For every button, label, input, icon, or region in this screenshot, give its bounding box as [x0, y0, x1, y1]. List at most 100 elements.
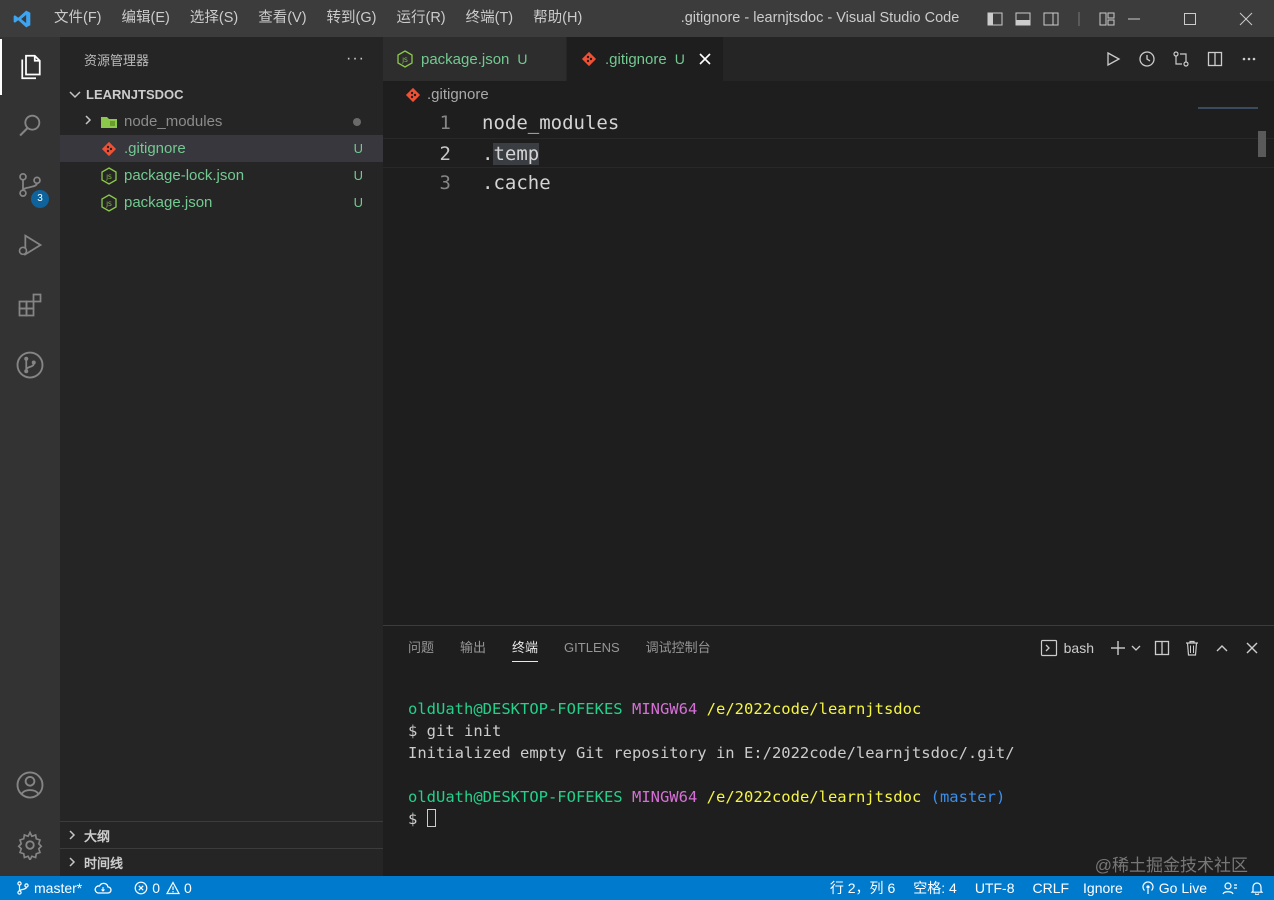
- menu-selection[interactable]: 选择(S): [180, 0, 248, 37]
- timeline-section[interactable]: 时间线: [60, 848, 383, 875]
- chevron-right-icon: [78, 113, 98, 131]
- chevron-down-icon[interactable]: [1130, 638, 1142, 658]
- git-file-icon: [405, 87, 421, 103]
- search-icon[interactable]: [0, 97, 60, 153]
- nodejs-file-icon: JS: [98, 166, 120, 186]
- node-folder-icon: [98, 112, 120, 132]
- minimap[interactable]: [1198, 107, 1258, 109]
- close-panel-icon[interactable]: [1242, 638, 1262, 658]
- close-tab-icon[interactable]: [699, 49, 711, 70]
- sync-status[interactable]: [88, 876, 118, 900]
- split-editor-icon[interactable]: [1204, 48, 1226, 70]
- indentation[interactable]: 空格: 4: [904, 876, 966, 900]
- more-actions-icon[interactable]: [1238, 48, 1260, 70]
- problems-status[interactable]: 0 0: [128, 876, 198, 900]
- language-mode[interactable]: Ignore: [1074, 876, 1132, 900]
- maximize-icon[interactable]: [1162, 0, 1218, 37]
- menu-edit[interactable]: 编辑(E): [112, 0, 180, 37]
- tree-item-package-lock[interactable]: JS package-lock.json U: [60, 162, 383, 189]
- ignored-dot: [353, 117, 361, 126]
- warning-count: 0: [184, 880, 192, 896]
- chevron-right-icon: [69, 857, 76, 867]
- breadcrumb-file[interactable]: .gitignore: [427, 86, 489, 103]
- go-live-button[interactable]: Go Live: [1132, 876, 1216, 900]
- tree-item-label: node_modules: [124, 113, 223, 130]
- terminal-output[interactable]: oldUath@DESKTOP-FOFEKES MINGW64 /e/2022c…: [408, 698, 1015, 830]
- tree-item-gitignore[interactable]: .gitignore U: [60, 135, 383, 162]
- code-editor[interactable]: 1 node_modules 2 .temp 3 .cache: [383, 108, 1274, 198]
- toggle-secondary-sidebar-icon[interactable]: [1040, 8, 1062, 30]
- tree-item-label: .gitignore: [124, 140, 186, 157]
- breadcrumb[interactable]: .gitignore: [383, 81, 1274, 108]
- folder-header[interactable]: LEARNJTSDOC: [60, 81, 383, 108]
- git-file-icon: [98, 139, 120, 159]
- sidebar-title: 资源管理器: [84, 52, 150, 68]
- compare-changes-icon[interactable]: [1170, 48, 1192, 70]
- untracked-badge: U: [353, 141, 363, 156]
- trash-icon[interactable]: [1182, 638, 1202, 658]
- branch-name: master*: [34, 880, 83, 896]
- tab-output[interactable]: 输出: [447, 626, 499, 670]
- scrollbar-thumb[interactable]: [1258, 131, 1266, 157]
- cloud-sync-icon: [94, 882, 112, 894]
- menu-file[interactable]: 文件(F): [44, 0, 112, 37]
- menu-view[interactable]: 查看(V): [248, 0, 316, 37]
- outline-label: 大纲: [84, 828, 111, 844]
- line-number: 2: [439, 143, 451, 165]
- status-bar: master* 0 0 行 2，列 6 空格: 4 UTF-8 CRLF Ign…: [0, 876, 1274, 900]
- settings-gear-icon[interactable]: [0, 817, 60, 873]
- tab-terminal[interactable]: 终端: [499, 626, 551, 670]
- split-terminal-icon[interactable]: [1152, 638, 1172, 658]
- tree-item-node-modules[interactable]: node_modules: [60, 108, 383, 135]
- terminal-path: /e/2022code/learnjtsdoc: [706, 788, 922, 806]
- toggle-primary-sidebar-icon[interactable]: [984, 8, 1006, 30]
- untracked-badge: U: [353, 168, 363, 183]
- source-control-icon[interactable]: 3: [0, 157, 60, 213]
- nodejs-file-icon: JS: [98, 193, 120, 213]
- encoding[interactable]: UTF-8: [966, 876, 1024, 900]
- end-of-line[interactable]: CRLF: [1023, 876, 1074, 900]
- line-number: 1: [439, 112, 451, 134]
- more-actions-icon[interactable]: ···: [346, 50, 365, 68]
- cursor-position[interactable]: 行 2，列 6: [821, 876, 904, 900]
- feedback-status[interactable]: [1216, 876, 1244, 900]
- editor-scrollbar[interactable]: [1256, 125, 1268, 575]
- text-prefix: .: [482, 143, 494, 165]
- tab-gitlens[interactable]: GITLENS: [551, 626, 633, 670]
- feedback-icon: [1222, 882, 1237, 895]
- tab-debug-console[interactable]: 调试控制台: [633, 626, 724, 670]
- toggle-panel-icon[interactable]: [1012, 8, 1034, 30]
- git-file-icon: [579, 51, 599, 67]
- svg-text:JS: JS: [105, 201, 112, 208]
- tab-package-json[interactable]: JS package.json U: [383, 37, 567, 81]
- close-window-icon[interactable]: [1218, 0, 1274, 37]
- terminal-env: MINGW64: [631, 700, 698, 718]
- menu-go[interactable]: 转到(G): [317, 0, 387, 37]
- chevron-down-icon: [69, 90, 81, 98]
- run-debug-icon[interactable]: [0, 217, 60, 273]
- line-text: node_modules: [482, 112, 620, 134]
- tab-gitignore[interactable]: .gitignore U: [567, 37, 724, 81]
- menu-run[interactable]: 运行(R): [386, 0, 455, 37]
- terminal-shell-selector[interactable]: bash: [1040, 639, 1094, 657]
- code-line: 1 node_modules: [383, 108, 1274, 138]
- gitlens-icon[interactable]: [0, 337, 60, 393]
- branch-status[interactable]: master*: [0, 876, 88, 900]
- tree-item-package-json[interactable]: JS package.json U: [60, 189, 383, 216]
- tab-problems[interactable]: 问题: [395, 626, 447, 670]
- menu-terminal[interactable]: 终端(T): [456, 0, 524, 37]
- extensions-icon[interactable]: [0, 277, 60, 333]
- editor-tabs: JS package.json U .gitignore U: [383, 37, 1274, 81]
- run-icon[interactable]: [1102, 48, 1124, 70]
- maximize-panel-icon[interactable]: [1212, 638, 1232, 658]
- account-icon[interactable]: [0, 757, 60, 813]
- watermark-text: @稀土掘金技术社区: [1094, 856, 1248, 875]
- notifications-status[interactable]: [1244, 876, 1274, 900]
- new-terminal-icon[interactable]: [1108, 638, 1128, 658]
- outline-section[interactable]: 大纲: [60, 821, 383, 848]
- minimize-icon[interactable]: [1106, 0, 1162, 37]
- file-history-icon[interactable]: [1136, 48, 1158, 70]
- svg-text:JS: JS: [105, 174, 112, 181]
- broadcast-icon: [1142, 881, 1154, 894]
- explorer-icon[interactable]: [0, 39, 60, 95]
